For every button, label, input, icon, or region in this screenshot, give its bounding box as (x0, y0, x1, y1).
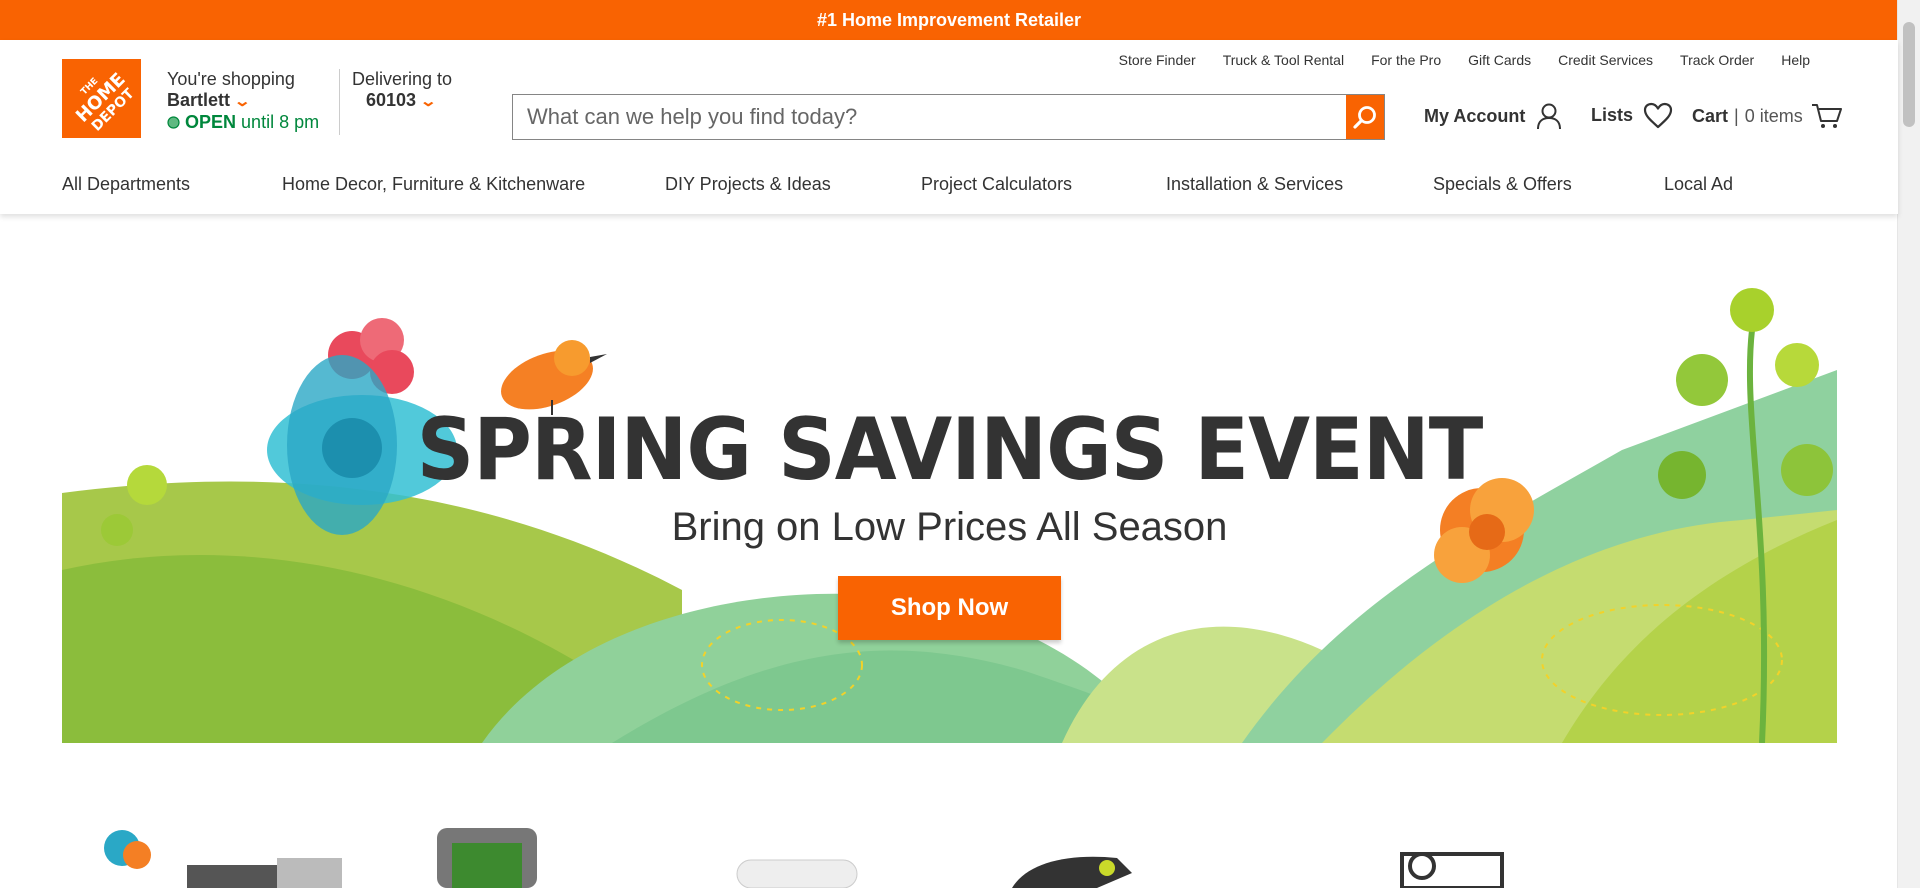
delivery-selector[interactable]: Delivering to 60103 ⌄ (352, 69, 452, 112)
delivery-label: Delivering to (352, 69, 453, 89)
my-account-button[interactable]: My Account (1424, 102, 1563, 130)
cart-label: Cart (1692, 105, 1729, 126)
home-depot-logo[interactable]: THE HOME DEPOT (62, 59, 141, 138)
heart-icon (1643, 102, 1673, 129)
scrollbar-thumb[interactable] (1903, 22, 1915, 127)
product-strip (62, 820, 1837, 888)
power-tool-image[interactable] (1007, 848, 1137, 888)
status-dot-icon (167, 116, 180, 129)
shop-now-button[interactable]: Shop Now (838, 576, 1061, 640)
cart-count: 0 items (1744, 105, 1803, 126)
lists-button[interactable]: Lists (1591, 102, 1673, 129)
user-icon (1537, 103, 1562, 130)
nav-local-ad[interactable]: Local Ad (1664, 174, 1733, 195)
cart-separator: | (1734, 105, 1739, 126)
truck-tool-rental-link[interactable]: Truck & Tool Rental (1223, 52, 1344, 68)
search-bar (512, 94, 1385, 140)
store-finder-link[interactable]: Store Finder (1119, 52, 1196, 68)
logo-mark: THE HOME DEPOT (62, 59, 141, 138)
credit-services-link[interactable]: Credit Services (1558, 52, 1653, 68)
nav-diy-projects[interactable]: DIY Projects & Ideas (665, 174, 921, 195)
header-divider (339, 69, 340, 135)
nav-all-departments[interactable]: All Departments (62, 174, 282, 195)
search-icon (1353, 106, 1376, 129)
store-status: OPEN (185, 112, 237, 132)
search-input[interactable] (513, 95, 1346, 139)
track-order-link[interactable]: Track Order (1680, 52, 1754, 68)
promo-bar: #1 Home Improvement Retailer (0, 0, 1898, 40)
gift-cards-link[interactable]: Gift Cards (1468, 52, 1531, 68)
chevron-down-icon[interactable]: ⌄ (420, 91, 438, 112)
chevron-down-icon[interactable]: ⌄ (234, 91, 252, 112)
scrollbar[interactable] (1897, 0, 1920, 888)
my-account-label: My Account (1424, 105, 1526, 126)
jug-image[interactable] (722, 848, 872, 888)
nav-home-decor[interactable]: Home Decor, Furniture & Kitchenware (282, 174, 665, 195)
delivery-zip[interactable]: 60103 (366, 90, 416, 110)
cart-button[interactable]: Cart | 0 items (1692, 102, 1843, 130)
search-button[interactable] (1346, 95, 1384, 139)
pressure-washer-image[interactable] (1382, 846, 1512, 888)
cart-icon (1811, 104, 1842, 128)
store-name[interactable]: Bartlett (167, 90, 230, 110)
store-hours: until 8 pm (241, 112, 320, 132)
nav-project-calculators[interactable]: Project Calculators (921, 174, 1166, 195)
grass-seed-bag-image[interactable] (432, 828, 542, 888)
hero-headline: SPRING SAVINGS EVENT (416, 400, 1484, 500)
hero-subheadline: Bring on Low Prices All Season (671, 505, 1228, 549)
nav-installation-services[interactable]: Installation & Services (1166, 174, 1433, 195)
promo-text: #1 Home Improvement Retailer (816, 9, 1082, 30)
appliance-image[interactable] (92, 820, 342, 888)
shopping-label: You're shopping (167, 69, 295, 89)
utility-links: Store Finder Truck & Tool Rental For the… (1119, 52, 1810, 68)
for-the-pro-link[interactable]: For the Pro (1371, 52, 1441, 68)
help-link[interactable]: Help (1781, 52, 1810, 68)
hero-banner[interactable]: SPRING SAVINGS EVENT Bring on Low Prices… (62, 270, 1837, 743)
lists-label: Lists (1591, 105, 1634, 125)
main-nav: All Departments Home Decor, Furniture & … (62, 174, 1733, 195)
nav-specials-offers[interactable]: Specials & Offers (1433, 174, 1664, 195)
store-selector[interactable]: You're shopping Bartlett ⌄ OPEN until 8 p… (167, 69, 319, 133)
site-header: THE HOME DEPOT You're shopping Bartlett ⌄… (0, 40, 1898, 214)
